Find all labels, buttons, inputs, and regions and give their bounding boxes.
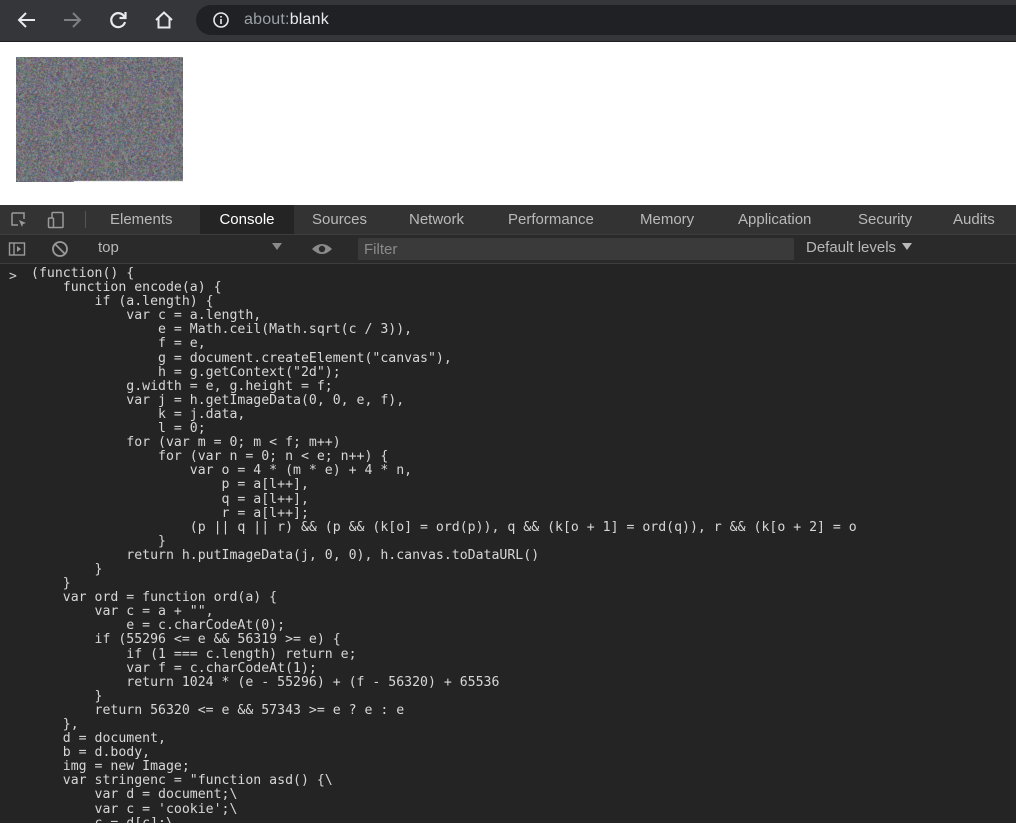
- code-line: f = e,: [31, 336, 206, 352]
- code-line: g = document.createElement("canvas"),: [31, 350, 452, 366]
- devtools-panel: Elements Console Sources Network Perform…: [0, 205, 1016, 823]
- code-line: }: [31, 533, 166, 549]
- show-sidebar-icon[interactable]: [8, 240, 26, 258]
- caret-down-icon: [902, 243, 913, 250]
- code-line: p = a[l++],: [31, 477, 309, 493]
- console-code-block: (function() { function encode(a) { if (a…: [31, 266, 857, 823]
- home-icon: [155, 11, 173, 29]
- code-line: q = a[l++],: [31, 491, 309, 507]
- code-line: }: [31, 688, 103, 704]
- code-line: function encode(a) {: [31, 280, 222, 296]
- code-line: l = 0;: [31, 421, 206, 437]
- noise-image: [16, 57, 183, 182]
- console-prompt: >: [9, 269, 17, 284]
- url-text: about:blank: [244, 11, 329, 29]
- forward-arrow-icon: [64, 12, 82, 28]
- code-line: k = j.data,: [31, 406, 246, 422]
- log-levels-label: Default levels: [806, 239, 897, 256]
- code-line: if (1 === c.length) return e;: [31, 646, 357, 662]
- console-output[interactable]: > (function() { function encode(a) { if …: [0, 264, 1016, 823]
- code-line: c = d[c];\: [31, 816, 857, 823]
- eye-icon[interactable]: [310, 240, 334, 258]
- info-icon[interactable]: [213, 12, 229, 28]
- tab-application[interactable]: Application: [738, 205, 811, 234]
- inspect-element-icon[interactable]: [10, 211, 28, 229]
- tab-sources[interactable]: Sources: [312, 205, 367, 234]
- console-toolbar: top Default levels: [0, 235, 1016, 264]
- code-line: (p || q || r) && (p && (k[o] = ord(p)), …: [31, 519, 857, 535]
- code-line: (function() {: [31, 266, 135, 281]
- code-line: var c = 'cookie';\: [31, 801, 238, 817]
- tab-elements[interactable]: Elements: [110, 205, 173, 234]
- address-bar[interactable]: about:blank: [196, 5, 1016, 35]
- code-line: if (55296 <= e && 56319 >= e) {: [31, 632, 341, 648]
- code-line: h = g.getContext("2d");: [31, 364, 341, 380]
- code-line: for (var m = 0; m < f; m++): [31, 435, 341, 451]
- reload-button[interactable]: [105, 7, 131, 33]
- back-button[interactable]: [14, 7, 40, 33]
- home-button[interactable]: [151, 7, 177, 33]
- reload-icon: [110, 12, 127, 29]
- filter-input[interactable]: [358, 238, 794, 260]
- code-line: b = d.body,: [31, 745, 151, 761]
- tab-network[interactable]: Network: [409, 205, 464, 234]
- browser-toolbar: about:blank: [0, 0, 1016, 42]
- code-line: var f = c.charCodeAt(1);: [31, 660, 317, 676]
- code-line: e = Math.ceil(Math.sqrt(c / 3)),: [31, 322, 413, 338]
- code-line: return 56320 <= e && 57343 >= e ? e : e: [31, 702, 405, 718]
- log-levels-dropdown[interactable]: Default levels: [806, 239, 913, 256]
- code-line: d = document,: [31, 731, 166, 747]
- context-selector[interactable]: top: [98, 239, 119, 256]
- code-line: return h.putImageData(j, 0, 0), h.canvas…: [31, 547, 540, 563]
- tab-console[interactable]: Console: [200, 205, 294, 234]
- tab-security[interactable]: Security: [858, 205, 912, 234]
- chevron-down-icon[interactable]: [272, 243, 282, 250]
- code-line: var j = h.getImageData(0, 0, e, f),: [31, 392, 405, 408]
- url-path: blank: [289, 11, 329, 28]
- tab-performance[interactable]: Performance: [508, 205, 594, 234]
- code-line: var stringenc = "function asd() {\: [31, 773, 333, 789]
- code-line: return 1024 * (e - 55296) + (f - 56320) …: [31, 674, 500, 690]
- code-line: img = new Image;: [31, 759, 190, 775]
- forward-button[interactable]: [59, 7, 85, 33]
- code-line: var ord = function ord(a) {: [31, 590, 278, 606]
- tab-audits[interactable]: Audits: [953, 205, 995, 234]
- code-line: }: [31, 561, 103, 577]
- code-line: r = a[l++];: [31, 505, 309, 521]
- code-line: g.width = e, g.height = f;: [31, 378, 333, 394]
- code-line: var d = document;\: [31, 787, 238, 803]
- code-line: var c = a + "",: [31, 604, 214, 620]
- clear-console-icon[interactable]: [51, 240, 69, 258]
- code-line: e = c.charCodeAt(0);: [31, 618, 286, 634]
- devtools-tabbar: Elements Console Sources Network Perform…: [0, 205, 1016, 235]
- url-scheme: about:: [244, 11, 290, 28]
- code-line: for (var n = 0; n < e; n++) {: [31, 449, 389, 465]
- device-toolbar-icon[interactable]: [47, 211, 65, 229]
- toolbar-divider: [85, 211, 86, 228]
- code-line: if (a.length) {: [31, 294, 214, 310]
- tab-memory[interactable]: Memory: [640, 205, 694, 234]
- code-line: }: [31, 576, 71, 592]
- code-line: var c = a.length,: [31, 308, 262, 324]
- code-line: var o = 4 * (m * e) + 4 * n,: [31, 463, 413, 479]
- back-arrow-icon: [17, 12, 35, 28]
- code-line: },: [31, 717, 79, 732]
- page-viewport: [0, 42, 1016, 205]
